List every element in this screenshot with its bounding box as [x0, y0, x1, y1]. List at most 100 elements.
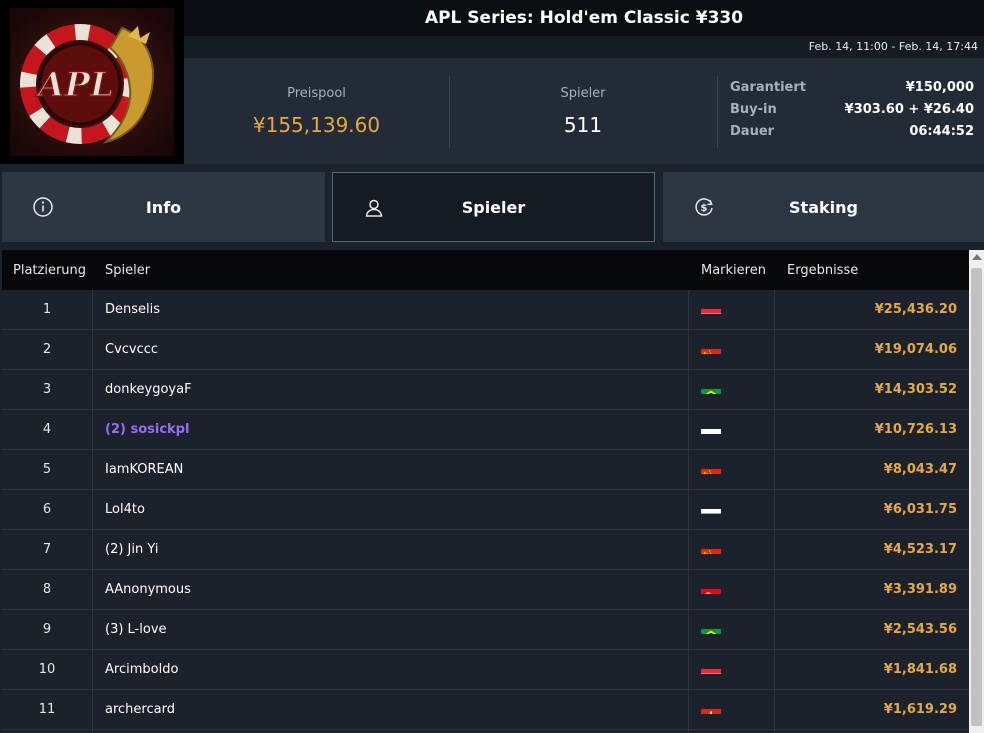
row-winnings: ¥6,031.75 — [883, 502, 957, 517]
row-rank: 1 — [42, 302, 52, 317]
row-winnings: ¥10,726.13 — [874, 422, 957, 437]
row-rank: 6 — [42, 502, 52, 517]
row-winnings: ¥2,543.56 — [883, 622, 957, 637]
row-winnings: ¥1,841.68 — [883, 662, 957, 677]
china-flag-icon — [701, 540, 721, 556]
svg-text:$: $ — [701, 203, 708, 214]
col-header-results[interactable]: Ergebnisse — [787, 263, 858, 278]
row-player-name[interactable]: (2) Jin Yi — [105, 530, 158, 570]
detail-guaranteed: Garantiert ¥150,000 — [730, 80, 974, 102]
row-rank: 8 — [42, 582, 52, 597]
table-row[interactable]: 5 IamKOREAN ¥8,043.47 — [2, 450, 969, 490]
prize-pool-stat: Preispool ¥155,139.60 — [184, 58, 449, 164]
table-row[interactable]: 11 archercard ¥1,619.29 — [2, 690, 969, 730]
col-header-player[interactable]: Spieler — [105, 263, 150, 278]
row-player-name[interactable]: Denselis — [105, 290, 160, 330]
poland-flag-icon — [701, 420, 721, 436]
row-winnings: ¥4,523.17 — [883, 542, 957, 557]
scroll-up-arrow-icon[interactable] — [972, 254, 982, 260]
row-winnings: ¥19,074.06 — [874, 342, 957, 357]
row-rank: 9 — [42, 622, 52, 637]
row-winnings: ¥25,436.20 — [874, 302, 957, 317]
row-player-name[interactable]: donkeygoyaF — [105, 370, 192, 410]
table-header: Platzierung Spieler Markieren Ergebnisse — [2, 250, 969, 290]
table-row[interactable]: 8 AAnonymous ¥3,391.89 — [2, 570, 969, 610]
table-row[interactable]: 1 Denselis ¥25,436.20 — [2, 290, 969, 330]
austria-flag-icon — [701, 300, 721, 316]
row-player-name[interactable]: Lol4to — [105, 490, 145, 530]
china-flag-icon — [701, 460, 721, 476]
china-flag-icon — [701, 340, 721, 356]
detail-key: Dauer — [730, 124, 775, 139]
row-rank: 5 — [42, 462, 52, 477]
row-winnings: ¥3,391.89 — [883, 582, 957, 597]
players-value: 511 — [563, 113, 603, 137]
turkey-flag-icon — [701, 580, 721, 596]
tab-label: Spieler — [461, 197, 526, 217]
row-player-name[interactable]: archercard — [105, 690, 175, 730]
row-rank: 10 — [38, 662, 56, 677]
table-row[interactable]: 6 Lol4to ¥6,031.75 — [2, 490, 969, 530]
row-player-name[interactable]: (3) L-love — [105, 610, 167, 650]
scrollbar-thumb[interactable] — [971, 268, 982, 726]
row-winnings: ¥8,043.47 — [883, 462, 957, 477]
row-winnings: ¥1,619.29 — [883, 702, 957, 717]
divider — [717, 76, 718, 148]
players-stat: Spieler 511 — [450, 58, 716, 164]
detail-key: Buy-in — [730, 102, 777, 117]
table-row[interactable]: 10 Arcimboldo ¥1,841.68 — [2, 650, 969, 690]
tab-label: Info — [145, 197, 182, 217]
row-winnings: ¥14,303.52 — [874, 382, 957, 397]
row-player-name[interactable]: AAnonymous — [105, 570, 191, 610]
row-player-name[interactable]: IamKOREAN — [105, 450, 183, 490]
title-bar: APL Series: Hold'em Classic ¥330 — [184, 0, 984, 36]
row-rank: 7 — [42, 542, 52, 557]
date-bar: Feb. 14, 11:00 - Feb. 14, 17:44 — [184, 36, 984, 58]
players-label: Spieler — [560, 86, 606, 101]
table-row[interactable]: 4 (2) sosickpl ¥10,726.13 — [2, 410, 969, 450]
hongkong-flag-icon — [701, 700, 721, 716]
detail-duration: Dauer 06:44:52 — [730, 124, 974, 146]
row-player-name[interactable]: (2) sosickpl — [105, 410, 189, 450]
detail-value: 06:44:52 — [909, 124, 974, 139]
tournament-lobby: APL APL Series: Hold'em Classic ¥330 Feb… — [0, 0, 984, 733]
prize-pool-label: Preispool — [287, 86, 346, 101]
column-divider — [774, 290, 775, 733]
info-icon — [33, 197, 53, 217]
user-icon — [365, 199, 383, 217]
row-rank: 4 — [42, 422, 52, 437]
row-player-name[interactable]: Arcimboldo — [105, 650, 178, 690]
svg-text:APL: APL — [35, 65, 114, 105]
detail-buy-in: Buy-in ¥303.60 + ¥26.40 — [730, 102, 974, 124]
column-divider — [92, 290, 93, 733]
detail-value: ¥303.60 + ¥26.40 — [844, 102, 974, 117]
col-header-rank[interactable]: Platzierung — [13, 263, 86, 278]
russia-flag-icon — [701, 500, 721, 516]
row-rank: 2 — [42, 342, 52, 357]
row-player-name[interactable]: Cvcvccc — [105, 330, 158, 370]
stats-panel: Preispool ¥155,139.60 Spieler 511 Garant… — [184, 58, 984, 164]
players-table: Platzierung Spieler Markieren Ergebnisse… — [2, 250, 969, 733]
prize-pool-value: ¥155,139.60 — [252, 113, 381, 137]
detail-value: ¥150,000 — [905, 80, 974, 95]
tournament-title: APL Series: Hold'em Classic ¥330 — [424, 8, 744, 28]
table-row[interactable]: 9 (3) L-love ¥2,543.56 — [2, 610, 969, 650]
detail-key: Garantiert — [730, 80, 806, 95]
table-row[interactable]: 2 Cvcvccc ¥19,074.06 — [2, 330, 969, 370]
table-row[interactable]: 7 (2) Jin Yi ¥4,523.17 — [2, 530, 969, 570]
dollar-coin-icon: $ — [695, 198, 713, 216]
tab-staking[interactable]: $ Staking — [663, 172, 984, 242]
brazil-flag-icon — [701, 380, 721, 396]
col-header-flag[interactable]: Markieren — [701, 263, 766, 278]
row-rank: 3 — [42, 382, 52, 397]
table-row[interactable]: 3 donkeygoyaF ¥14,303.52 — [2, 370, 969, 410]
tab-label: Staking — [789, 197, 858, 217]
tournament-details: Garantiert ¥150,000 Buy-in ¥303.60 + ¥26… — [730, 80, 974, 146]
table-scrollbar[interactable] — [969, 250, 984, 733]
tab-info[interactable]: Info — [2, 172, 325, 242]
row-rank: 11 — [38, 702, 56, 717]
column-divider — [688, 290, 689, 733]
tournament-date-range: Feb. 14, 11:00 - Feb. 14, 17:44 — [808, 40, 978, 53]
austria-flag-icon — [701, 660, 721, 676]
tab-spieler[interactable]: Spieler — [332, 172, 655, 242]
